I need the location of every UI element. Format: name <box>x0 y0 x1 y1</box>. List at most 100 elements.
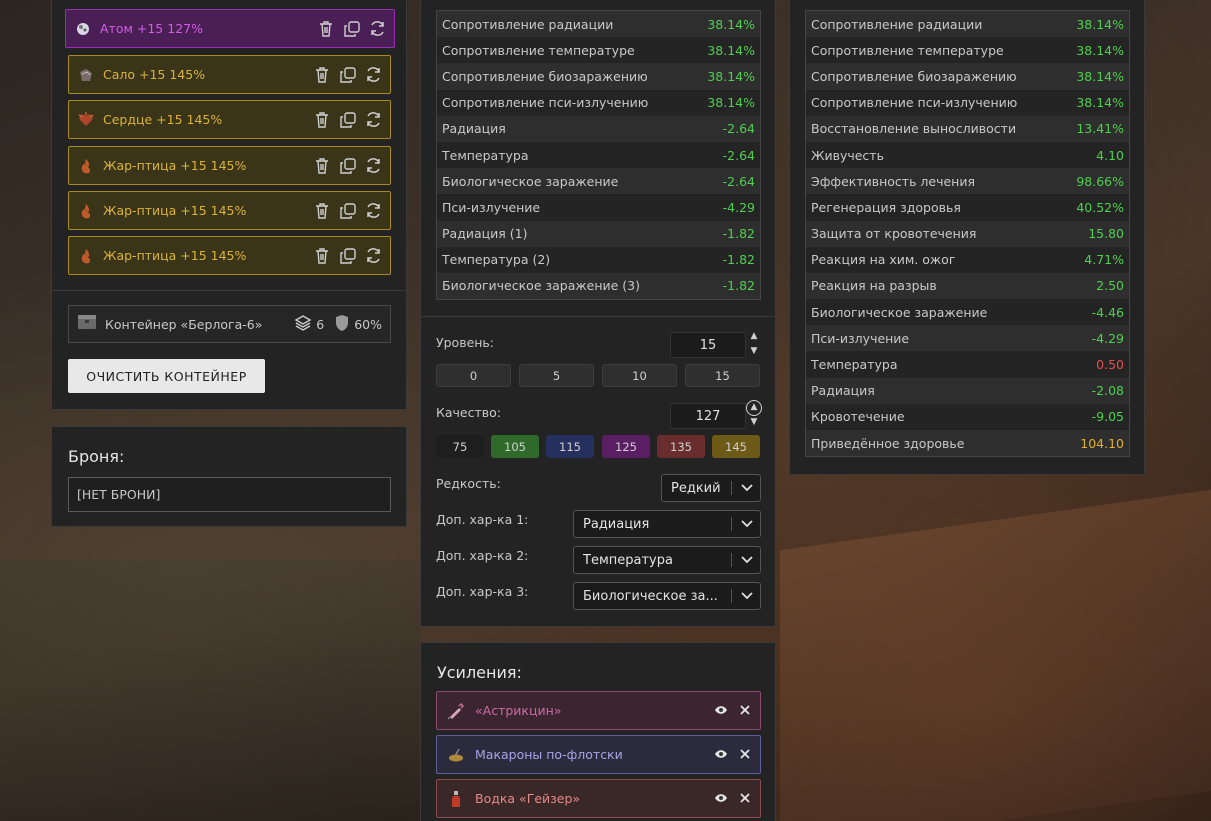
artifact-slot-5[interactable]: Жар-птица +15 145% <box>68 191 391 230</box>
artifact-slot-4[interactable]: Жар-птица +15 145% <box>68 146 391 185</box>
atom-icon <box>74 20 92 38</box>
delete-icon[interactable] <box>313 247 330 264</box>
stat-value: -2.64 <box>722 121 755 137</box>
quality-decrement[interactable]: ▼ <box>748 417 760 427</box>
layers-icon <box>294 314 312 335</box>
delete-icon[interactable] <box>313 111 330 128</box>
eye-icon[interactable] <box>714 703 728 718</box>
level-decrement[interactable]: ▼ <box>748 346 760 356</box>
stat-name: Биологическое заражение <box>442 173 619 189</box>
delete-icon[interactable] <box>317 20 334 37</box>
extra3-select[interactable]: Биологическое за... <box>573 582 761 610</box>
stat-value: 4.10 <box>1096 147 1124 163</box>
stat-row: Радиация -2.08 <box>806 377 1129 404</box>
copy-icon[interactable] <box>339 111 356 128</box>
extra2-label: Доп. хар-ка 2: <box>436 548 529 563</box>
stat-name: Эффективность лечения <box>811 173 976 189</box>
artifact-slot-label: Жар-птица +15 145% <box>103 248 247 263</box>
container-icon <box>77 314 97 334</box>
stat-value: 98.66% <box>1076 173 1124 189</box>
stat-value: -4.46 <box>1091 304 1124 320</box>
level-increment[interactable]: ▲ <box>748 331 760 341</box>
stat-value: 38.14% <box>707 68 755 84</box>
firebird-icon <box>77 247 95 265</box>
quality-increment[interactable]: ▲ <box>746 400 762 416</box>
stat-row: Пси-излучение -4.29 <box>806 325 1129 352</box>
close-icon[interactable] <box>740 747 750 762</box>
extra1-select[interactable]: Радиация <box>573 510 761 538</box>
boost-item-vodka[interactable]: Водка «Гейзер» <box>436 779 761 818</box>
armor-selector[interactable]: [НЕТ БРОНИ] <box>68 477 391 512</box>
stat-value: -4.29 <box>722 199 755 215</box>
shield-icon <box>334 314 350 335</box>
delete-icon[interactable] <box>313 157 330 174</box>
artifact-slot-label: Сало +15 145% <box>103 67 206 82</box>
level-preset-5[interactable]: 5 <box>519 364 594 387</box>
refresh-icon[interactable] <box>365 111 382 128</box>
quality-preset-145[interactable]: 145 <box>712 435 760 458</box>
quality-input[interactable]: 127 <box>670 403 746 429</box>
delete-icon[interactable] <box>313 66 330 83</box>
eye-icon[interactable] <box>714 747 728 762</box>
background-scene <box>780 489 1211 821</box>
copy-icon[interactable] <box>339 247 356 264</box>
extra1-value: Радиация <box>583 516 650 532</box>
stat-value: -1.82 <box>722 278 755 294</box>
quality-preset-115[interactable]: 115 <box>546 435 594 458</box>
stat-row: Сопротивление радиации 38.14% <box>806 11 1129 38</box>
copy-icon[interactable] <box>343 20 360 37</box>
stat-name: Биологическое заражение <box>811 304 988 320</box>
eye-icon[interactable] <box>714 791 728 806</box>
divider <box>52 290 406 291</box>
refresh-icon[interactable] <box>369 20 386 37</box>
chevron-down-icon <box>738 520 756 528</box>
boost-item-astrikcin[interactable]: «Астрикцин» <box>436 691 761 730</box>
boost-item-makarony[interactable]: Макароны по-флотски <box>436 735 761 774</box>
artifact-slot-1[interactable]: Атом +15 127% <box>65 9 395 48</box>
level-preset-15[interactable]: 15 <box>685 364 760 387</box>
stat-value: 40.52% <box>1076 199 1124 215</box>
quality-preset-75[interactable]: 75 <box>436 435 484 458</box>
artifact-slot-2[interactable]: Сало +15 145% <box>68 55 391 94</box>
quality-preset-135[interactable]: 135 <box>657 435 705 458</box>
heart-artifact-icon <box>77 111 95 129</box>
artifact-slot-label: Атом +15 127% <box>100 21 203 36</box>
stat-name: Биологическое заражение (3) <box>442 278 641 294</box>
refresh-icon[interactable] <box>365 247 382 264</box>
refresh-icon[interactable] <box>365 66 382 83</box>
artifact-slot-6[interactable]: Жар-птица +15 145% <box>68 236 391 275</box>
stat-value: -2.64 <box>722 173 755 189</box>
divider <box>421 316 775 317</box>
stat-row: Радиация (1) -1.82 <box>437 220 760 247</box>
artifact-slot-3[interactable]: Сердце +15 145% <box>68 100 391 139</box>
copy-icon[interactable] <box>339 202 356 219</box>
stat-row: Реакция на хим. ожог 4.71% <box>806 246 1129 273</box>
copy-icon[interactable] <box>339 66 356 83</box>
delete-icon[interactable] <box>313 202 330 219</box>
stat-name: Температура (2) <box>442 252 551 268</box>
stat-name: Пси-излучение <box>442 199 541 215</box>
copy-icon[interactable] <box>339 157 356 174</box>
stat-row: Температура (2) -1.82 <box>437 246 760 273</box>
level-label: Уровень: <box>436 335 495 350</box>
level-input[interactable]: 15 <box>670 332 746 358</box>
extra2-select[interactable]: Температура <box>573 546 761 574</box>
quality-preset-125[interactable]: 125 <box>602 435 650 458</box>
level-preset-0[interactable]: 0 <box>436 364 511 387</box>
close-icon[interactable] <box>740 703 750 718</box>
stat-name: Регенерация здоровья <box>811 199 961 215</box>
level-preset-10[interactable]: 10 <box>602 364 677 387</box>
quality-preset-105[interactable]: 105 <box>491 435 539 458</box>
stat-row: Живучесть 4.10 <box>806 141 1129 169</box>
refresh-icon[interactable] <box>365 202 382 219</box>
stat-row: Реакция на разрыв 2.50 <box>806 272 1129 300</box>
close-icon[interactable] <box>740 791 750 806</box>
stat-row: Температура -2.64 <box>437 141 760 169</box>
boosts-title: Усиления: <box>437 663 522 682</box>
container-selector[interactable]: Контейнер «Берлога-6» 6 60% <box>68 305 391 343</box>
rarity-select[interactable]: Редкий <box>661 474 761 502</box>
extra1-label: Доп. хар-ка 1: <box>436 512 529 527</box>
clear-container-button[interactable]: ОЧИСТИТЬ КОНТЕЙНЕР <box>68 359 265 393</box>
refresh-icon[interactable] <box>365 157 382 174</box>
stat-value: 38.14% <box>707 16 755 32</box>
